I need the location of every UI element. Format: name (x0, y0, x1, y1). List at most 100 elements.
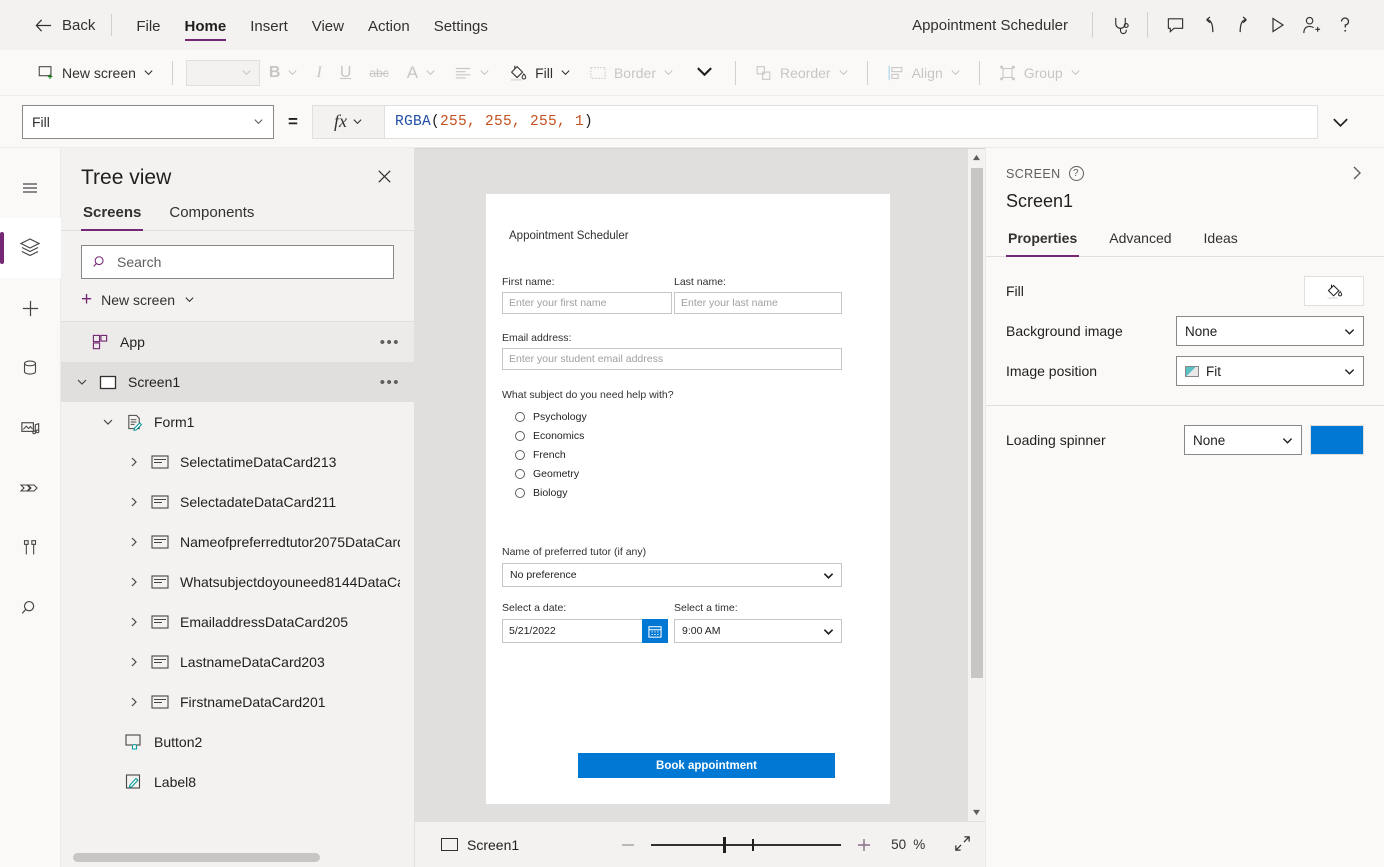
scrollbar-thumb[interactable] (970, 168, 983, 679)
radio-option[interactable]: Economics (515, 428, 842, 444)
chevron-right-icon[interactable] (121, 456, 147, 468)
chevron-right-icon[interactable] (121, 496, 147, 508)
chevron-right-icon[interactable] (121, 576, 147, 588)
new-screen-button[interactable]: + New screen (61, 279, 414, 322)
new-screen-button[interactable]: New screen (28, 59, 163, 87)
tree-item-button2[interactable]: Button2 (61, 722, 414, 762)
last-name-input[interactable]: Enter your last name (674, 292, 842, 314)
date-input[interactable]: 5/21/2022 (502, 619, 642, 643)
formula-input[interactable]: RGBA(255, 255, 255, 1) (383, 104, 1318, 139)
more-options-icon[interactable]: ••• (372, 374, 400, 391)
font-color-button[interactable]: A (398, 58, 445, 88)
scroll-down-arrow-icon[interactable] (968, 804, 986, 821)
italic-button[interactable]: I (307, 59, 330, 87)
tab-screens[interactable]: Screens (81, 200, 144, 231)
border-button[interactable]: Border (580, 60, 683, 86)
tutor-dropdown[interactable]: No preference (502, 563, 842, 587)
group-button[interactable]: Group (989, 59, 1090, 87)
media-icon[interactable] (0, 398, 61, 458)
font-family-select[interactable] (185, 59, 260, 86)
play-preview-icon[interactable] (1260, 8, 1294, 42)
first-name-input[interactable]: Enter your first name (502, 292, 672, 314)
tab-properties[interactable]: Properties (1006, 226, 1080, 257)
scrollbar-track[interactable] (968, 166, 986, 804)
property-select[interactable]: Fill (22, 104, 274, 139)
email-input[interactable]: Enter your student email address (502, 348, 842, 370)
zoom-out-button[interactable] (613, 830, 643, 860)
search-input[interactable] (117, 254, 383, 270)
share-add-user-icon[interactable] (1294, 8, 1328, 42)
hamburger-menu-icon[interactable] (0, 158, 61, 218)
reorder-button[interactable]: Reorder (745, 59, 858, 87)
menu-item-settings[interactable]: Settings (422, 5, 500, 45)
scroll-up-arrow-icon[interactable] (968, 149, 986, 166)
app-screen-preview[interactable]: Appointment Scheduler First name: Enter … (486, 194, 890, 804)
tree-item-datacard[interactable]: Nameofpreferredtutor2075DataCard2 (61, 522, 414, 562)
tree-item-label8[interactable]: Label8 (61, 762, 414, 802)
fx-button[interactable]: fx (311, 104, 384, 139)
tab-advanced[interactable]: Advanced (1107, 226, 1173, 256)
canvas-vertical-scrollbar[interactable] (967, 149, 985, 821)
radio-option[interactable]: Psychology (515, 409, 842, 425)
scrollbar-thumb[interactable] (73, 853, 320, 862)
chevron-right-icon[interactable] (121, 656, 147, 668)
formula-bar-expand-button[interactable] (1318, 115, 1362, 129)
search-icon[interactable] (0, 578, 61, 638)
align-objects-button[interactable]: Align (877, 59, 970, 87)
underline-button[interactable]: U (331, 59, 361, 87)
tree-item-datacard[interactable]: Whatsubjectdoyouneed8144DataCard2 (61, 562, 414, 602)
radio-option[interactable]: French (515, 447, 842, 463)
slider-thumb[interactable] (723, 836, 727, 853)
tree-item-app[interactable]: App ••• (61, 322, 414, 362)
insert-plus-icon[interactable] (0, 278, 61, 338)
menu-item-insert[interactable]: Insert (238, 5, 300, 45)
fill-button[interactable]: Fill (499, 58, 580, 88)
status-screen-selector[interactable]: Screen1 (441, 837, 519, 853)
calendar-icon[interactable] (642, 619, 668, 643)
tree-horizontal-scrollbar[interactable] (73, 853, 402, 862)
strikethrough-button[interactable]: abc (360, 61, 397, 85)
tree-view-layers-icon[interactable] (0, 218, 61, 278)
help-icon[interactable] (1328, 8, 1362, 42)
tree-item-datacard[interactable]: FirstnameDataCard201 (61, 682, 414, 722)
tree-item-datacard[interactable]: LastnameDataCard203 (61, 642, 414, 682)
radio-option[interactable]: Biology (515, 485, 842, 501)
more-options-icon[interactable]: ••• (372, 334, 400, 351)
back-button[interactable]: Back (30, 11, 99, 40)
chevron-down-icon[interactable] (69, 376, 95, 388)
time-dropdown[interactable]: 9:00 AM (674, 619, 842, 643)
bold-button[interactable]: B (260, 59, 308, 87)
undo-icon[interactable] (1192, 8, 1226, 42)
chevron-right-icon[interactable] (121, 536, 147, 548)
align-text-button[interactable] (445, 60, 499, 86)
collapse-panel-button[interactable] (1348, 164, 1366, 185)
chevron-right-icon[interactable] (121, 616, 147, 628)
tree-item-datacard[interactable]: SelectadateDataCard211 (61, 482, 414, 522)
date-picker[interactable]: 5/21/2022 (502, 619, 668, 643)
loading-spinner-dropdown[interactable]: None (1184, 425, 1302, 455)
menu-item-home[interactable]: Home (173, 5, 239, 45)
zoom-slider[interactable] (651, 835, 842, 855)
chevron-right-icon[interactable] (121, 696, 147, 708)
image-position-dropdown[interactable]: Fit (1176, 356, 1364, 386)
fill-color-button[interactable] (1304, 276, 1364, 306)
tree-item-form1[interactable]: Form1 (61, 402, 414, 442)
variables-tools-icon[interactable] (0, 518, 61, 578)
menu-item-action[interactable]: Action (356, 5, 422, 45)
tab-ideas[interactable]: Ideas (1202, 226, 1240, 256)
tab-components[interactable]: Components (167, 200, 256, 230)
radio-option[interactable]: Geometry (515, 466, 842, 482)
power-automate-flow-icon[interactable] (0, 458, 61, 518)
background-image-dropdown[interactable]: None (1176, 316, 1364, 346)
book-appointment-button[interactable]: Book appointment (578, 753, 835, 778)
tree-item-screen1[interactable]: Screen1 ••• (61, 362, 414, 402)
chevron-down-icon[interactable] (95, 416, 121, 428)
menu-item-view[interactable]: View (300, 5, 356, 45)
tree-item-datacard[interactable]: SelectatimeDataCard213 (61, 442, 414, 482)
fit-screen-icon[interactable] (953, 834, 972, 856)
loading-spinner-color-swatch[interactable] (1310, 425, 1364, 455)
help-icon[interactable]: ? (1068, 166, 1084, 181)
redo-icon[interactable] (1226, 8, 1260, 42)
menu-item-file[interactable]: File (124, 5, 172, 45)
close-icon[interactable] (375, 167, 394, 189)
